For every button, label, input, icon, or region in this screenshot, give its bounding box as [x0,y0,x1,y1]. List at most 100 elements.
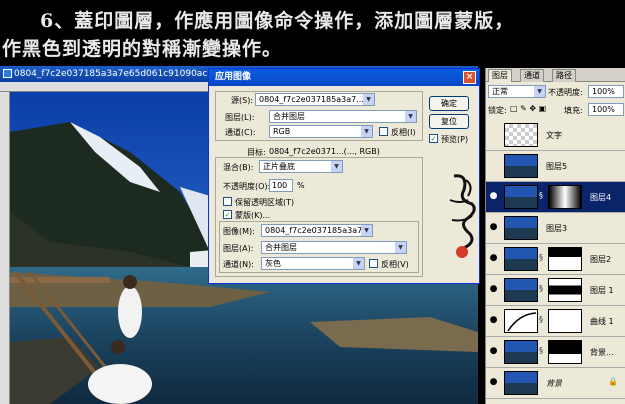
invert-checkbox-1[interactable] [379,127,388,136]
layer-row-1[interactable]: ● § 图层 1 [486,275,625,306]
opacity-input[interactable]: 100 [269,179,293,192]
close-icon[interactable]: × [463,71,476,84]
layer-name: 背景 [546,379,562,388]
blend-label: 混合(B): [223,163,254,172]
chain-icon: § [539,284,543,293]
preserve-transparency-label: 保留透明区域(T) [235,198,295,207]
preserve-transparency-checkbox[interactable] [223,197,232,206]
layer-name: 曲线 1 [590,317,614,326]
lock-row: 锁定: □ ✎ ✥ ▣ 填充: 100% [488,103,624,117]
vertical-ruler[interactable] [0,92,10,404]
banner-line-2: 作黑色到透明的對稱漸變操作。 [2,38,283,60]
blend-mode-row: 正常 ▼ 不透明度: 100% [488,85,624,99]
chevron-down-icon: ▼ [353,258,364,269]
layer-row-background[interactable]: ● 背景 🔒 [486,368,625,399]
lock-icons[interactable]: □ ✎ ✥ ▣ [510,104,546,113]
layer-thumbnail [504,216,538,240]
image-select[interactable]: 0804_f7c2e037185a3a7... ▼ [261,224,373,237]
blend-select[interactable]: 正片叠底 ▼ [259,160,343,173]
layer-name: 图层5 [546,162,568,171]
target-value: 0804_f7c2e0371...(..., RGB) [269,147,380,156]
invert-label-1: 反相(I) [391,128,416,137]
tab-paths[interactable]: 路径 [552,69,576,82]
preview-label: 预览(P) [441,135,469,144]
channel2-select[interactable]: 灰色 ▼ [261,257,365,270]
layers-panel[interactable]: 图层 通道 路径 正常 ▼ 不透明度: 100% 锁定: □ ✎ ✥ ▣ 填充: … [485,68,625,404]
layer-thumbnail [504,340,538,364]
chain-icon: § [539,346,543,355]
source-label: 源(S): [231,96,254,105]
layer-row-2[interactable]: ● § 图层2 [486,244,625,275]
mask-checkbox[interactable]: ✓ [223,210,232,219]
panel-tabs: 图层 通道 路径 [486,68,625,82]
mask-label: 蒙版(K)... [235,211,271,220]
curves-adjustment-icon [504,309,538,333]
chevron-down-icon: ▼ [363,94,374,105]
document-title: 0804_f7c2e037185a3a7e65d061c91090acb7 [14,69,219,79]
ok-button[interactable]: 确定 [429,96,469,111]
channel-label: 通道(C): [225,128,256,137]
dialog-titlebar[interactable]: 应用图像 × [209,69,479,86]
calligraphy-seal [449,174,476,258]
layer-select[interactable]: 合并图层 ▼ [269,110,417,123]
layer-name: 背景... [590,348,614,357]
layer-row-3[interactable]: ● 图层3 [486,213,625,244]
layer-name: 图层2 [590,255,612,264]
tab-layers[interactable]: 图层 [488,69,512,82]
dialog-title: 应用图像 [215,72,252,82]
banner-line-1: 6、蓋印圖層，作應用圖像命令操作，添加圖層蒙版， [40,10,515,32]
layer-row-text[interactable]: 文字 [486,120,625,151]
layer-row-4[interactable]: ● § 图层4 [486,182,625,213]
lock-label: 锁定: [488,106,507,115]
chain-icon: § [539,315,543,324]
layer-thumbnail [504,278,538,302]
chevron-down-icon: ▼ [405,111,416,122]
layer-thumbnail [504,123,538,147]
eye-icon[interactable]: ● [487,314,500,327]
layer-row-5[interactable]: 图层5 [486,151,625,182]
layer2-label: 图层(A): [223,244,254,253]
layer-opacity-label: 不透明度: [548,88,583,97]
channel-select[interactable]: RGB ▼ [269,125,373,138]
opacity-label: 不透明度(O): [223,182,271,191]
layer-opacity-input[interactable]: 100% [588,85,624,98]
preview-checkbox[interactable]: ✓ [429,134,438,143]
layer2-select[interactable]: 合并图层 ▼ [261,241,407,254]
eye-icon[interactable]: ● [487,221,500,234]
photoshop-icon [3,69,12,78]
tutorial-banner: 6、蓋印圖層，作應用圖像命令操作，添加圖層蒙版， 作黑色到透明的對稱漸變操作。 [0,0,625,64]
layer-label: 图层(L): [225,113,255,122]
source-select[interactable]: 0804_f7c2e037185a3a7... ▼ [255,93,375,106]
reset-button[interactable]: 复位 [429,114,469,129]
layer-blend-select[interactable]: 正常 ▼ [488,85,546,98]
chevron-down-icon: ▼ [361,225,372,236]
visibility-toggle[interactable] [487,159,500,172]
eye-icon[interactable]: ● [487,345,500,358]
apply-image-dialog[interactable]: 应用图像 × 源(S): 0804_f7c2e037185a3a7... ▼ 图层… [208,68,480,284]
eye-icon[interactable]: ● [487,252,500,265]
layer-mask-thumbnail [548,340,582,364]
opacity-unit: % [297,181,305,190]
layer-thumbnail [504,247,538,271]
lock-icon: 🔒 [608,377,618,386]
tab-channels[interactable]: 通道 [520,69,544,82]
layer-name: 文字 [546,131,562,140]
eye-icon[interactable]: ● [487,283,500,296]
layer-thumbnail [504,371,538,395]
chain-icon: § [539,253,543,262]
chevron-down-icon: ▼ [361,126,372,137]
layer-mask-thumbnail [548,309,582,333]
fill-label: 填充: [564,106,583,115]
layer-row-bg-copy[interactable]: ● § 背景... [486,337,625,368]
channel2-label: 通道(N): [223,260,254,269]
layer-thumbnail [504,154,538,178]
eye-icon[interactable]: ● [487,376,500,389]
invert-checkbox-2[interactable] [369,259,378,268]
layer-name: 图层4 [590,193,612,202]
fill-input[interactable]: 100% [588,103,624,116]
eye-icon[interactable]: ● [487,190,500,203]
invert-label-2: 反相(V) [381,260,409,269]
chevron-down-icon: ▼ [395,242,406,253]
layer-row-curves[interactable]: ● § 曲线 1 [486,306,625,337]
visibility-toggle[interactable] [487,128,500,141]
